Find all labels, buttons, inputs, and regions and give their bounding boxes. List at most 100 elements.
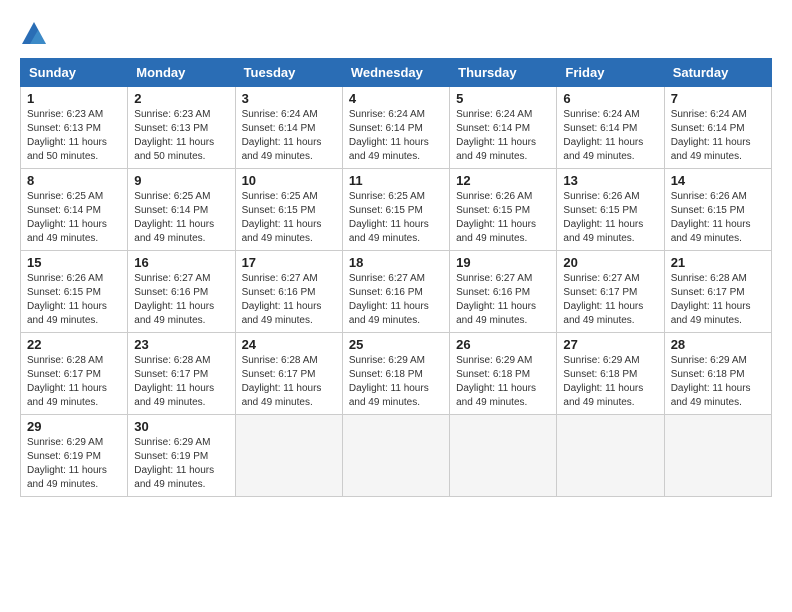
day-info: Sunrise: 6:27 AMSunset: 6:16 PMDaylight:…: [134, 273, 214, 326]
day-number: 10: [242, 173, 336, 188]
calendar-cell: 9 Sunrise: 6:25 AMSunset: 6:14 PMDayligh…: [128, 169, 235, 251]
weekday-header-sunday: Sunday: [21, 59, 128, 87]
logo-icon: [20, 20, 48, 48]
day-number: 26: [456, 337, 550, 352]
calendar-cell: 26 Sunrise: 6:29 AMSunset: 6:18 PMDaylig…: [450, 333, 557, 415]
calendar-cell: [342, 415, 449, 497]
day-info: Sunrise: 6:25 AMSunset: 6:15 PMDaylight:…: [349, 191, 429, 244]
day-number: 16: [134, 255, 228, 270]
calendar-cell: 4 Sunrise: 6:24 AMSunset: 6:14 PMDayligh…: [342, 87, 449, 169]
calendar-cell: 16 Sunrise: 6:27 AMSunset: 6:16 PMDaylig…: [128, 251, 235, 333]
day-number: 17: [242, 255, 336, 270]
day-number: 5: [456, 91, 550, 106]
day-info: Sunrise: 6:29 AMSunset: 6:19 PMDaylight:…: [134, 437, 214, 490]
day-number: 11: [349, 173, 443, 188]
day-number: 15: [27, 255, 121, 270]
calendar-cell: 10 Sunrise: 6:25 AMSunset: 6:15 PMDaylig…: [235, 169, 342, 251]
calendar-cell: 8 Sunrise: 6:25 AMSunset: 6:14 PMDayligh…: [21, 169, 128, 251]
calendar-week-5: 29 Sunrise: 6:29 AMSunset: 6:19 PMDaylig…: [21, 415, 772, 497]
day-number: 12: [456, 173, 550, 188]
day-info: Sunrise: 6:29 AMSunset: 6:18 PMDaylight:…: [563, 355, 643, 408]
calendar-cell: 24 Sunrise: 6:28 AMSunset: 6:17 PMDaylig…: [235, 333, 342, 415]
day-number: 9: [134, 173, 228, 188]
day-number: 21: [671, 255, 765, 270]
day-info: Sunrise: 6:25 AMSunset: 6:15 PMDaylight:…: [242, 191, 322, 244]
calendar-week-4: 22 Sunrise: 6:28 AMSunset: 6:17 PMDaylig…: [21, 333, 772, 415]
day-info: Sunrise: 6:24 AMSunset: 6:14 PMDaylight:…: [242, 109, 322, 162]
day-number: 27: [563, 337, 657, 352]
calendar-week-3: 15 Sunrise: 6:26 AMSunset: 6:15 PMDaylig…: [21, 251, 772, 333]
calendar-cell: 14 Sunrise: 6:26 AMSunset: 6:15 PMDaylig…: [664, 169, 771, 251]
weekday-header-saturday: Saturday: [664, 59, 771, 87]
calendar-cell: 11 Sunrise: 6:25 AMSunset: 6:15 PMDaylig…: [342, 169, 449, 251]
header: [20, 20, 772, 48]
calendar-cell: 30 Sunrise: 6:29 AMSunset: 6:19 PMDaylig…: [128, 415, 235, 497]
day-info: Sunrise: 6:27 AMSunset: 6:16 PMDaylight:…: [456, 273, 536, 326]
day-info: Sunrise: 6:26 AMSunset: 6:15 PMDaylight:…: [456, 191, 536, 244]
day-number: 4: [349, 91, 443, 106]
day-info: Sunrise: 6:26 AMSunset: 6:15 PMDaylight:…: [27, 273, 107, 326]
calendar-cell: 15 Sunrise: 6:26 AMSunset: 6:15 PMDaylig…: [21, 251, 128, 333]
day-info: Sunrise: 6:29 AMSunset: 6:18 PMDaylight:…: [349, 355, 429, 408]
calendar-cell: 18 Sunrise: 6:27 AMSunset: 6:16 PMDaylig…: [342, 251, 449, 333]
weekday-header-friday: Friday: [557, 59, 664, 87]
calendar-cell: 5 Sunrise: 6:24 AMSunset: 6:14 PMDayligh…: [450, 87, 557, 169]
day-info: Sunrise: 6:27 AMSunset: 6:17 PMDaylight:…: [563, 273, 643, 326]
day-number: 24: [242, 337, 336, 352]
day-info: Sunrise: 6:29 AMSunset: 6:18 PMDaylight:…: [671, 355, 751, 408]
day-number: 6: [563, 91, 657, 106]
calendar-cell: 7 Sunrise: 6:24 AMSunset: 6:14 PMDayligh…: [664, 87, 771, 169]
day-number: 13: [563, 173, 657, 188]
day-info: Sunrise: 6:24 AMSunset: 6:14 PMDaylight:…: [671, 109, 751, 162]
day-number: 1: [27, 91, 121, 106]
day-number: 3: [242, 91, 336, 106]
calendar-cell: [664, 415, 771, 497]
day-number: 8: [27, 173, 121, 188]
day-number: 30: [134, 419, 228, 434]
day-number: 22: [27, 337, 121, 352]
day-number: 23: [134, 337, 228, 352]
calendar-cell: 2 Sunrise: 6:23 AMSunset: 6:13 PMDayligh…: [128, 87, 235, 169]
calendar-cell: [450, 415, 557, 497]
day-info: Sunrise: 6:26 AMSunset: 6:15 PMDaylight:…: [563, 191, 643, 244]
calendar-cell: 25 Sunrise: 6:29 AMSunset: 6:18 PMDaylig…: [342, 333, 449, 415]
calendar-cell: 1 Sunrise: 6:23 AMSunset: 6:13 PMDayligh…: [21, 87, 128, 169]
calendar-cell: 19 Sunrise: 6:27 AMSunset: 6:16 PMDaylig…: [450, 251, 557, 333]
logo: [20, 20, 52, 48]
calendar-cell: [235, 415, 342, 497]
calendar-cell: 17 Sunrise: 6:27 AMSunset: 6:16 PMDaylig…: [235, 251, 342, 333]
day-number: 28: [671, 337, 765, 352]
calendar-table: SundayMondayTuesdayWednesdayThursdayFrid…: [20, 58, 772, 497]
calendar-cell: 29 Sunrise: 6:29 AMSunset: 6:19 PMDaylig…: [21, 415, 128, 497]
calendar-cell: 27 Sunrise: 6:29 AMSunset: 6:18 PMDaylig…: [557, 333, 664, 415]
calendar-cell: 12 Sunrise: 6:26 AMSunset: 6:15 PMDaylig…: [450, 169, 557, 251]
day-info: Sunrise: 6:29 AMSunset: 6:18 PMDaylight:…: [456, 355, 536, 408]
weekday-header-monday: Monday: [128, 59, 235, 87]
calendar-cell: 13 Sunrise: 6:26 AMSunset: 6:15 PMDaylig…: [557, 169, 664, 251]
day-number: 19: [456, 255, 550, 270]
weekday-header-wednesday: Wednesday: [342, 59, 449, 87]
day-info: Sunrise: 6:24 AMSunset: 6:14 PMDaylight:…: [349, 109, 429, 162]
day-info: Sunrise: 6:28 AMSunset: 6:17 PMDaylight:…: [27, 355, 107, 408]
day-info: Sunrise: 6:28 AMSunset: 6:17 PMDaylight:…: [134, 355, 214, 408]
calendar-cell: 20 Sunrise: 6:27 AMSunset: 6:17 PMDaylig…: [557, 251, 664, 333]
calendar-week-2: 8 Sunrise: 6:25 AMSunset: 6:14 PMDayligh…: [21, 169, 772, 251]
day-info: Sunrise: 6:26 AMSunset: 6:15 PMDaylight:…: [671, 191, 751, 244]
calendar-cell: 23 Sunrise: 6:28 AMSunset: 6:17 PMDaylig…: [128, 333, 235, 415]
calendar-cell: [557, 415, 664, 497]
calendar-cell: 3 Sunrise: 6:24 AMSunset: 6:14 PMDayligh…: [235, 87, 342, 169]
day-info: Sunrise: 6:25 AMSunset: 6:14 PMDaylight:…: [27, 191, 107, 244]
day-number: 2: [134, 91, 228, 106]
day-info: Sunrise: 6:29 AMSunset: 6:19 PMDaylight:…: [27, 437, 107, 490]
day-number: 14: [671, 173, 765, 188]
calendar-cell: 6 Sunrise: 6:24 AMSunset: 6:14 PMDayligh…: [557, 87, 664, 169]
day-info: Sunrise: 6:25 AMSunset: 6:14 PMDaylight:…: [134, 191, 214, 244]
day-info: Sunrise: 6:24 AMSunset: 6:14 PMDaylight:…: [563, 109, 643, 162]
calendar-cell: 22 Sunrise: 6:28 AMSunset: 6:17 PMDaylig…: [21, 333, 128, 415]
day-number: 18: [349, 255, 443, 270]
calendar-week-1: 1 Sunrise: 6:23 AMSunset: 6:13 PMDayligh…: [21, 87, 772, 169]
day-number: 7: [671, 91, 765, 106]
day-info: Sunrise: 6:28 AMSunset: 6:17 PMDaylight:…: [671, 273, 751, 326]
calendar-cell: 28 Sunrise: 6:29 AMSunset: 6:18 PMDaylig…: [664, 333, 771, 415]
calendar-cell: 21 Sunrise: 6:28 AMSunset: 6:17 PMDaylig…: [664, 251, 771, 333]
